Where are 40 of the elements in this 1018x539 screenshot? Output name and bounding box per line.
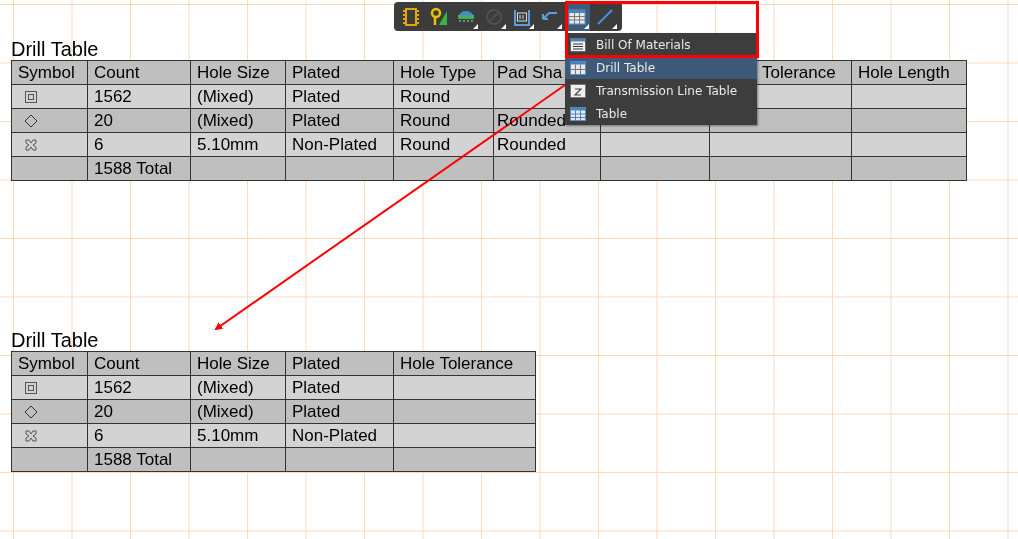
table-cell: Plated [285,375,394,400]
header-cell: Count [87,60,191,85]
table-cell: Round [393,132,494,157]
table-cell: 1562 [87,84,191,109]
header-cell: Plated [285,351,394,376]
table-cell: 5.10mm [190,423,286,448]
table-title: Drill Table [11,329,99,351]
table-cell: Plated [285,84,394,109]
table-cell: 1562 [87,375,191,400]
table-cell: (Mixed) [190,84,286,109]
table-cell: 20 [87,399,191,424]
table-cell: Rounded [493,132,601,157]
header-cell: Hole Size [190,351,286,376]
table-cell: 6 [87,423,191,448]
table-cell: Plated [285,399,394,424]
header-cell: Hole Size [190,60,286,85]
header-cell: Count [87,351,191,376]
header-cell: Plated [285,60,394,85]
table-cell: Round [393,84,494,109]
header-cell: Hole Length [851,60,967,85]
header-cell: Hole Type [393,60,494,85]
header-cell: Symbol [11,351,88,376]
table-cell: (Mixed) [190,375,286,400]
table-cell: Non-Plated [285,132,394,157]
table-cell: (Mixed) [190,108,286,133]
table-title: Drill Table [11,38,99,60]
menu-item[interactable]: Bill Of Materials [565,33,757,56]
table-cell: 1588 Total [87,447,191,472]
table-cell: (Mixed) [190,399,286,424]
table-cell: 5.10mm [190,132,286,157]
table-cell: Round [393,108,494,133]
table-cell: Non-Plated [285,423,394,448]
header-cell: Hole Tolerance [393,351,536,376]
table-cell: 1588 Total [87,156,191,181]
table-cell: Plated [285,108,394,133]
table-cell: 6 [87,132,191,157]
header-cell: Symbol [11,60,88,85]
table-cell: 20 [87,108,191,133]
menu-item[interactable]: Table [565,102,757,125]
menu-item[interactable]: Drill Table [565,56,757,79]
